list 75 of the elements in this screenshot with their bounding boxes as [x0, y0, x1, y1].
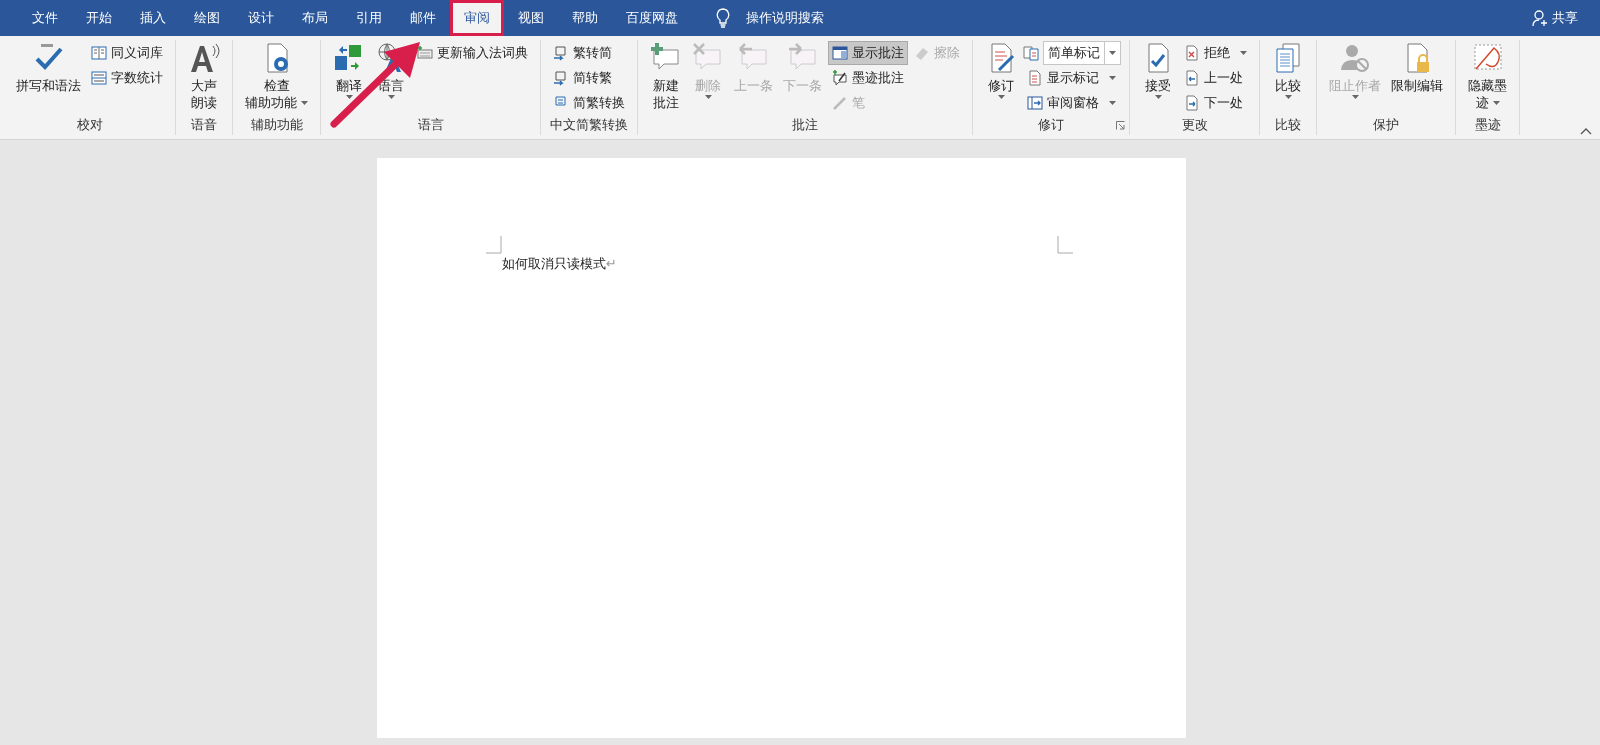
ribbon-button[interactable]: 简转繁 — [549, 66, 630, 90]
ribbon-button[interactable]: 拼写和语法 — [12, 40, 85, 115]
lightbulb-icon — [716, 8, 730, 28]
ribbon-button[interactable]: 比较 — [1268, 40, 1309, 115]
ribbon-button[interactable]: 显示批注 — [828, 41, 909, 65]
ribbon-button: 擦除 — [910, 41, 965, 65]
paragraph-text: 如何取消只读模式 — [502, 255, 606, 273]
eraser-icon — [914, 45, 931, 61]
ribbon-tab[interactable]: 布局 — [288, 0, 342, 36]
group-label: 语言 — [416, 116, 445, 134]
comment-window-icon — [832, 45, 849, 61]
ribbon-tab[interactable]: 开始 — [72, 0, 126, 36]
document-markup-icon — [1023, 45, 1040, 61]
ribbon-button[interactable]: 墨迹批注 — [828, 66, 909, 90]
group-label: 校对 — [75, 116, 104, 134]
ribbon-tab[interactable]: 审阅 — [450, 0, 504, 36]
group-label: 保护 — [1372, 116, 1401, 134]
ribbon-button[interactable]: 简繁转换 — [549, 91, 630, 115]
ribbon-tab[interactable]: 设计 — [234, 0, 288, 36]
ribbon-button[interactable]: 翻译 — [329, 40, 370, 115]
sound-icon — [188, 42, 220, 74]
ribbon-tab[interactable]: 插入 — [126, 0, 180, 36]
share-button[interactable]: 共享 — [1518, 0, 1592, 36]
document-arrow-icon — [1184, 70, 1201, 86]
ribbon-button[interactable]: 检查 辅助功能 — [241, 40, 313, 115]
ribbon-tab[interactable]: 百度网盘 — [612, 0, 692, 36]
group-label: 修订 — [1037, 116, 1066, 134]
person-blocked-icon — [1339, 42, 1372, 74]
ribbon-tab[interactable]: 引用 — [342, 0, 396, 36]
ribbon-tab[interactable]: 视图 — [504, 0, 558, 36]
corner-mark — [486, 236, 502, 254]
document-x-icon — [1184, 45, 1201, 61]
tell-me-search[interactable]: 操作说明搜索 — [746, 8, 824, 28]
dialog-launcher-icon[interactable] — [1116, 121, 1126, 130]
caret-icon — [1109, 51, 1117, 55]
ribbon-button[interactable]: 大声 朗读 — [184, 40, 224, 115]
ribbon-button: 删除 — [688, 40, 729, 115]
ribbon-button[interactable]: 繁转简 — [549, 41, 630, 65]
group-label: 更改 — [1180, 116, 1209, 134]
markup-dropdown[interactable]: 简单标记 — [1043, 41, 1122, 65]
ribbon-button[interactable]: 同义词库 — [87, 41, 167, 65]
ribbon-tab[interactable]: 帮助 — [558, 0, 612, 36]
group-label: 比较 — [1274, 116, 1303, 134]
ribbon-button[interactable]: 修订 — [981, 40, 1022, 115]
group-label: 辅助功能 — [249, 116, 304, 134]
paragraph-mark: ↵ — [606, 255, 617, 273]
group-label: 语音 — [190, 116, 218, 134]
ribbon-button[interactable]: 接受 — [1138, 40, 1179, 115]
ribbon-tab[interactable]: 文件 — [18, 0, 72, 36]
ribbon-button[interactable]: 显示标记 — [1023, 66, 1122, 90]
ribbon-button[interactable]: 隐藏墨 迹 — [1464, 40, 1512, 115]
ribbon-button[interactable]: 审阅窗格 — [1023, 91, 1122, 115]
ribbon-button[interactable]: 拒绝 — [1180, 41, 1252, 65]
group-label: 中文简繁转换 — [549, 116, 630, 134]
ribbon-button: 笔 — [828, 91, 909, 115]
ink-comment-icon — [832, 70, 849, 86]
ribbon-button[interactable]: 字数统计 — [87, 66, 167, 90]
pane-icon — [1027, 95, 1044, 111]
document-arrow-icon — [1184, 95, 1201, 111]
ribbon-button[interactable]: 下一处 — [1180, 91, 1252, 115]
ribbon-button[interactable]: 限制编辑 — [1387, 40, 1448, 115]
group-label: 批注 — [791, 116, 820, 134]
group-label: 墨迹 — [1473, 116, 1502, 134]
ribbon-button[interactable]: 上一处 — [1180, 66, 1252, 90]
pen-icon — [832, 95, 849, 111]
collapse-icon[interactable] — [1580, 128, 1592, 135]
ribbon-tab[interactable]: 邮件 — [396, 0, 450, 36]
corner-mark — [1057, 236, 1073, 254]
book-icon — [91, 45, 107, 61]
keyboard-icon — [417, 45, 434, 61]
document-icon — [1027, 70, 1044, 86]
ribbon-button[interactable]: 新建 批注 — [646, 40, 687, 115]
ribbon-button: 阻止作者 — [1325, 40, 1386, 115]
person-add-icon — [1532, 9, 1548, 27]
ribbon-tab[interactable]: 绘图 — [180, 0, 234, 36]
